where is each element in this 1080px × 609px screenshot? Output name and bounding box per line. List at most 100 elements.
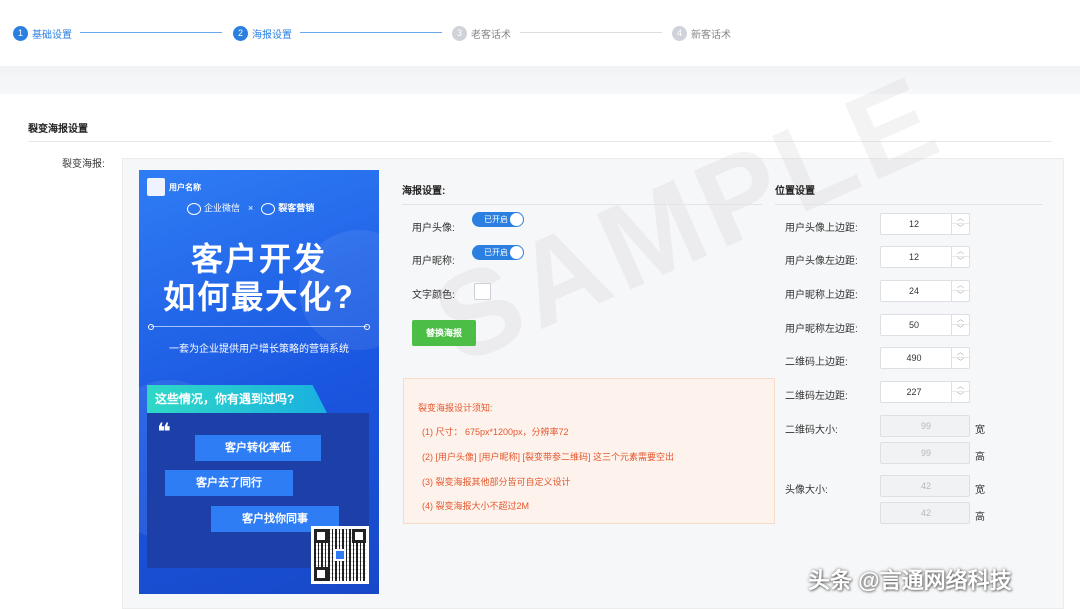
- section-divider: [28, 141, 1052, 142]
- poster-user-name: 用户名称: [169, 183, 201, 192]
- avatar-label: 用户头像:: [412, 223, 455, 234]
- quote-icon: ❝: [157, 419, 172, 446]
- step-number: 2: [233, 25, 248, 41]
- qr-top-margin-input[interactable]: 490 ︿ ﹀: [880, 347, 970, 369]
- header-divider-band: [0, 66, 1080, 94]
- height-unit: 高: [975, 452, 985, 463]
- chevron-down-icon[interactable]: ﹀: [952, 257, 969, 267]
- chevron-up-icon[interactable]: ︿: [952, 247, 969, 257]
- chevron-up-icon[interactable]: ︿: [952, 214, 969, 224]
- text-color-picker[interactable]: [474, 283, 491, 300]
- number-stepper[interactable]: ︿ ﹀: [951, 348, 969, 368]
- nickname-left-margin-label: 用户昵称左边距:: [785, 324, 858, 335]
- chevron-up-icon[interactable]: ︿: [952, 382, 969, 392]
- nickname-left-margin-value: 50: [908, 320, 919, 330]
- number-stepper[interactable]: ︿ ﹀: [951, 281, 969, 301]
- qr-height-input: 99: [880, 442, 970, 464]
- qr-width-input: 99: [880, 415, 970, 437]
- poster-headline-2: 如何最大化?: [163, 279, 355, 315]
- avatar-height-input: 42: [880, 502, 970, 524]
- step-number: 1: [13, 25, 28, 41]
- notice-item: (2) [用户头像] [用户昵称] [裂变带参二维码] 这三个元素需要空出: [422, 452, 675, 462]
- text-color-label: 文字颜色:: [412, 290, 455, 301]
- brand-separator: ×: [248, 202, 254, 213]
- design-notice: 裂变海报设计须知: (1) 尺寸： 675px*1200px，分辨率72 (2)…: [403, 378, 775, 524]
- column-divider: [402, 204, 762, 205]
- qr-top-margin-value: 490: [906, 353, 922, 363]
- step-label: 老客话术: [471, 29, 511, 41]
- poster-pill: 客户去了同行: [165, 470, 293, 496]
- poster-pill: 客户转化率低: [195, 435, 321, 461]
- number-stepper[interactable]: ︿ ﹀: [951, 247, 969, 267]
- avatar-left-margin-input[interactable]: 12 ︿ ﹀: [880, 246, 970, 268]
- avatar-width-value: 42: [920, 481, 931, 491]
- avatar-size-label: 头像大小:: [785, 485, 828, 496]
- steps-bar: 1 基础设置 2 海报设置 3 老客话术 4 新客话术: [0, 0, 1080, 66]
- nickname-toggle[interactable]: 已开启: [472, 245, 524, 260]
- step-number: 4: [672, 25, 687, 41]
- chevron-down-icon[interactable]: ﹀: [952, 358, 969, 368]
- poster-subtitle: 一套为企业提供用户增长策略的营销系统: [169, 344, 349, 355]
- chevron-down-icon[interactable]: ﹀: [952, 224, 969, 234]
- qr-logo-icon: [334, 549, 346, 561]
- notice-item: (3) 裂变海报其他部分皆可自定义设计: [422, 477, 571, 487]
- poster-brand-row: 企业微信 × 裂客营销: [187, 201, 314, 215]
- chevron-up-icon[interactable]: ︿: [952, 348, 969, 358]
- chevron-down-icon[interactable]: ﹀: [952, 325, 969, 335]
- number-stepper[interactable]: ︿ ﹀: [951, 382, 969, 402]
- step-connector: [520, 32, 662, 33]
- width-unit: 宽: [975, 485, 985, 496]
- number-stepper[interactable]: ︿ ﹀: [951, 214, 969, 234]
- avatar-height-value: 42: [920, 508, 931, 518]
- height-unit: 高: [975, 512, 985, 523]
- poster-field-label: 裂变海报:: [62, 159, 105, 170]
- avatar-toggle[interactable]: 已开启: [472, 212, 524, 227]
- qr-left-margin-input[interactable]: 227 ︿ ﹀: [880, 381, 970, 403]
- step-label: 基础设置: [32, 29, 72, 41]
- nickname-top-margin-label: 用户昵称上边距:: [785, 290, 858, 301]
- replace-poster-button[interactable]: 替换海报: [412, 320, 476, 346]
- notice-item: (4) 裂变海报大小不超过2M: [422, 501, 530, 511]
- nickname-label: 用户昵称:: [412, 256, 455, 267]
- qr-code: [311, 526, 369, 584]
- avatar-left-margin-value: 12: [908, 252, 919, 262]
- step-connector: [300, 32, 442, 33]
- step-3[interactable]: 3 老客话术: [452, 25, 511, 41]
- section-title: 裂变海报设置: [28, 124, 88, 135]
- chevron-down-icon[interactable]: ﹀: [952, 291, 969, 301]
- step-number: 3: [452, 25, 467, 41]
- number-stepper[interactable]: ︿ ﹀: [951, 315, 969, 335]
- qr-left-margin-value: 227: [906, 387, 922, 397]
- column-divider: [775, 204, 1043, 205]
- step-1[interactable]: 1 基础设置: [13, 25, 72, 41]
- qr-code-pattern: [314, 529, 366, 581]
- qr-left-margin-label: 二维码左边距:: [785, 391, 848, 402]
- poster-preview: 用户名称 企业微信 × 裂客营销 客户开发 如何最大化? 一套为企业提供用户增长…: [139, 170, 379, 594]
- avatar-top-margin-value: 12: [908, 219, 919, 229]
- qr-width-value: 99: [920, 421, 931, 431]
- step-label: 海报设置: [252, 29, 292, 41]
- step-label: 新客话术: [691, 29, 731, 41]
- width-unit: 宽: [975, 425, 985, 436]
- nickname-top-margin-value: 24: [908, 286, 919, 296]
- wecom-brand-label: 企业微信: [204, 203, 241, 213]
- qr-size-label: 二维码大小:: [785, 425, 838, 436]
- poster-settings-title: 海报设置:: [402, 186, 446, 197]
- brand-logo-icon: [261, 202, 276, 215]
- chevron-down-icon[interactable]: ﹀: [952, 392, 969, 402]
- nickname-top-margin-input[interactable]: 24 ︿ ﹀: [880, 280, 970, 302]
- avatar-placeholder: [147, 178, 165, 196]
- step-4[interactable]: 4 新客话术: [672, 25, 731, 41]
- chevron-up-icon[interactable]: ︿: [952, 281, 969, 291]
- nickname-left-margin-input[interactable]: 50 ︿ ﹀: [880, 314, 970, 336]
- footer-watermark: 头条 @言通网络科技: [808, 568, 1012, 593]
- chevron-up-icon[interactable]: ︿: [952, 315, 969, 325]
- position-settings-title: 位置设置: [775, 186, 815, 197]
- wecom-brand: 企业微信: [187, 201, 240, 215]
- liekeying-brand: 裂客营销: [261, 201, 314, 215]
- avatar-top-margin-label: 用户头像上边距:: [785, 223, 858, 234]
- notice-title: 裂变海报设计须知:: [418, 403, 493, 413]
- avatar-top-margin-input[interactable]: 12 ︿ ﹀: [880, 213, 970, 235]
- avatar-width-input: 42: [880, 475, 970, 497]
- step-2[interactable]: 2 海报设置: [233, 25, 292, 41]
